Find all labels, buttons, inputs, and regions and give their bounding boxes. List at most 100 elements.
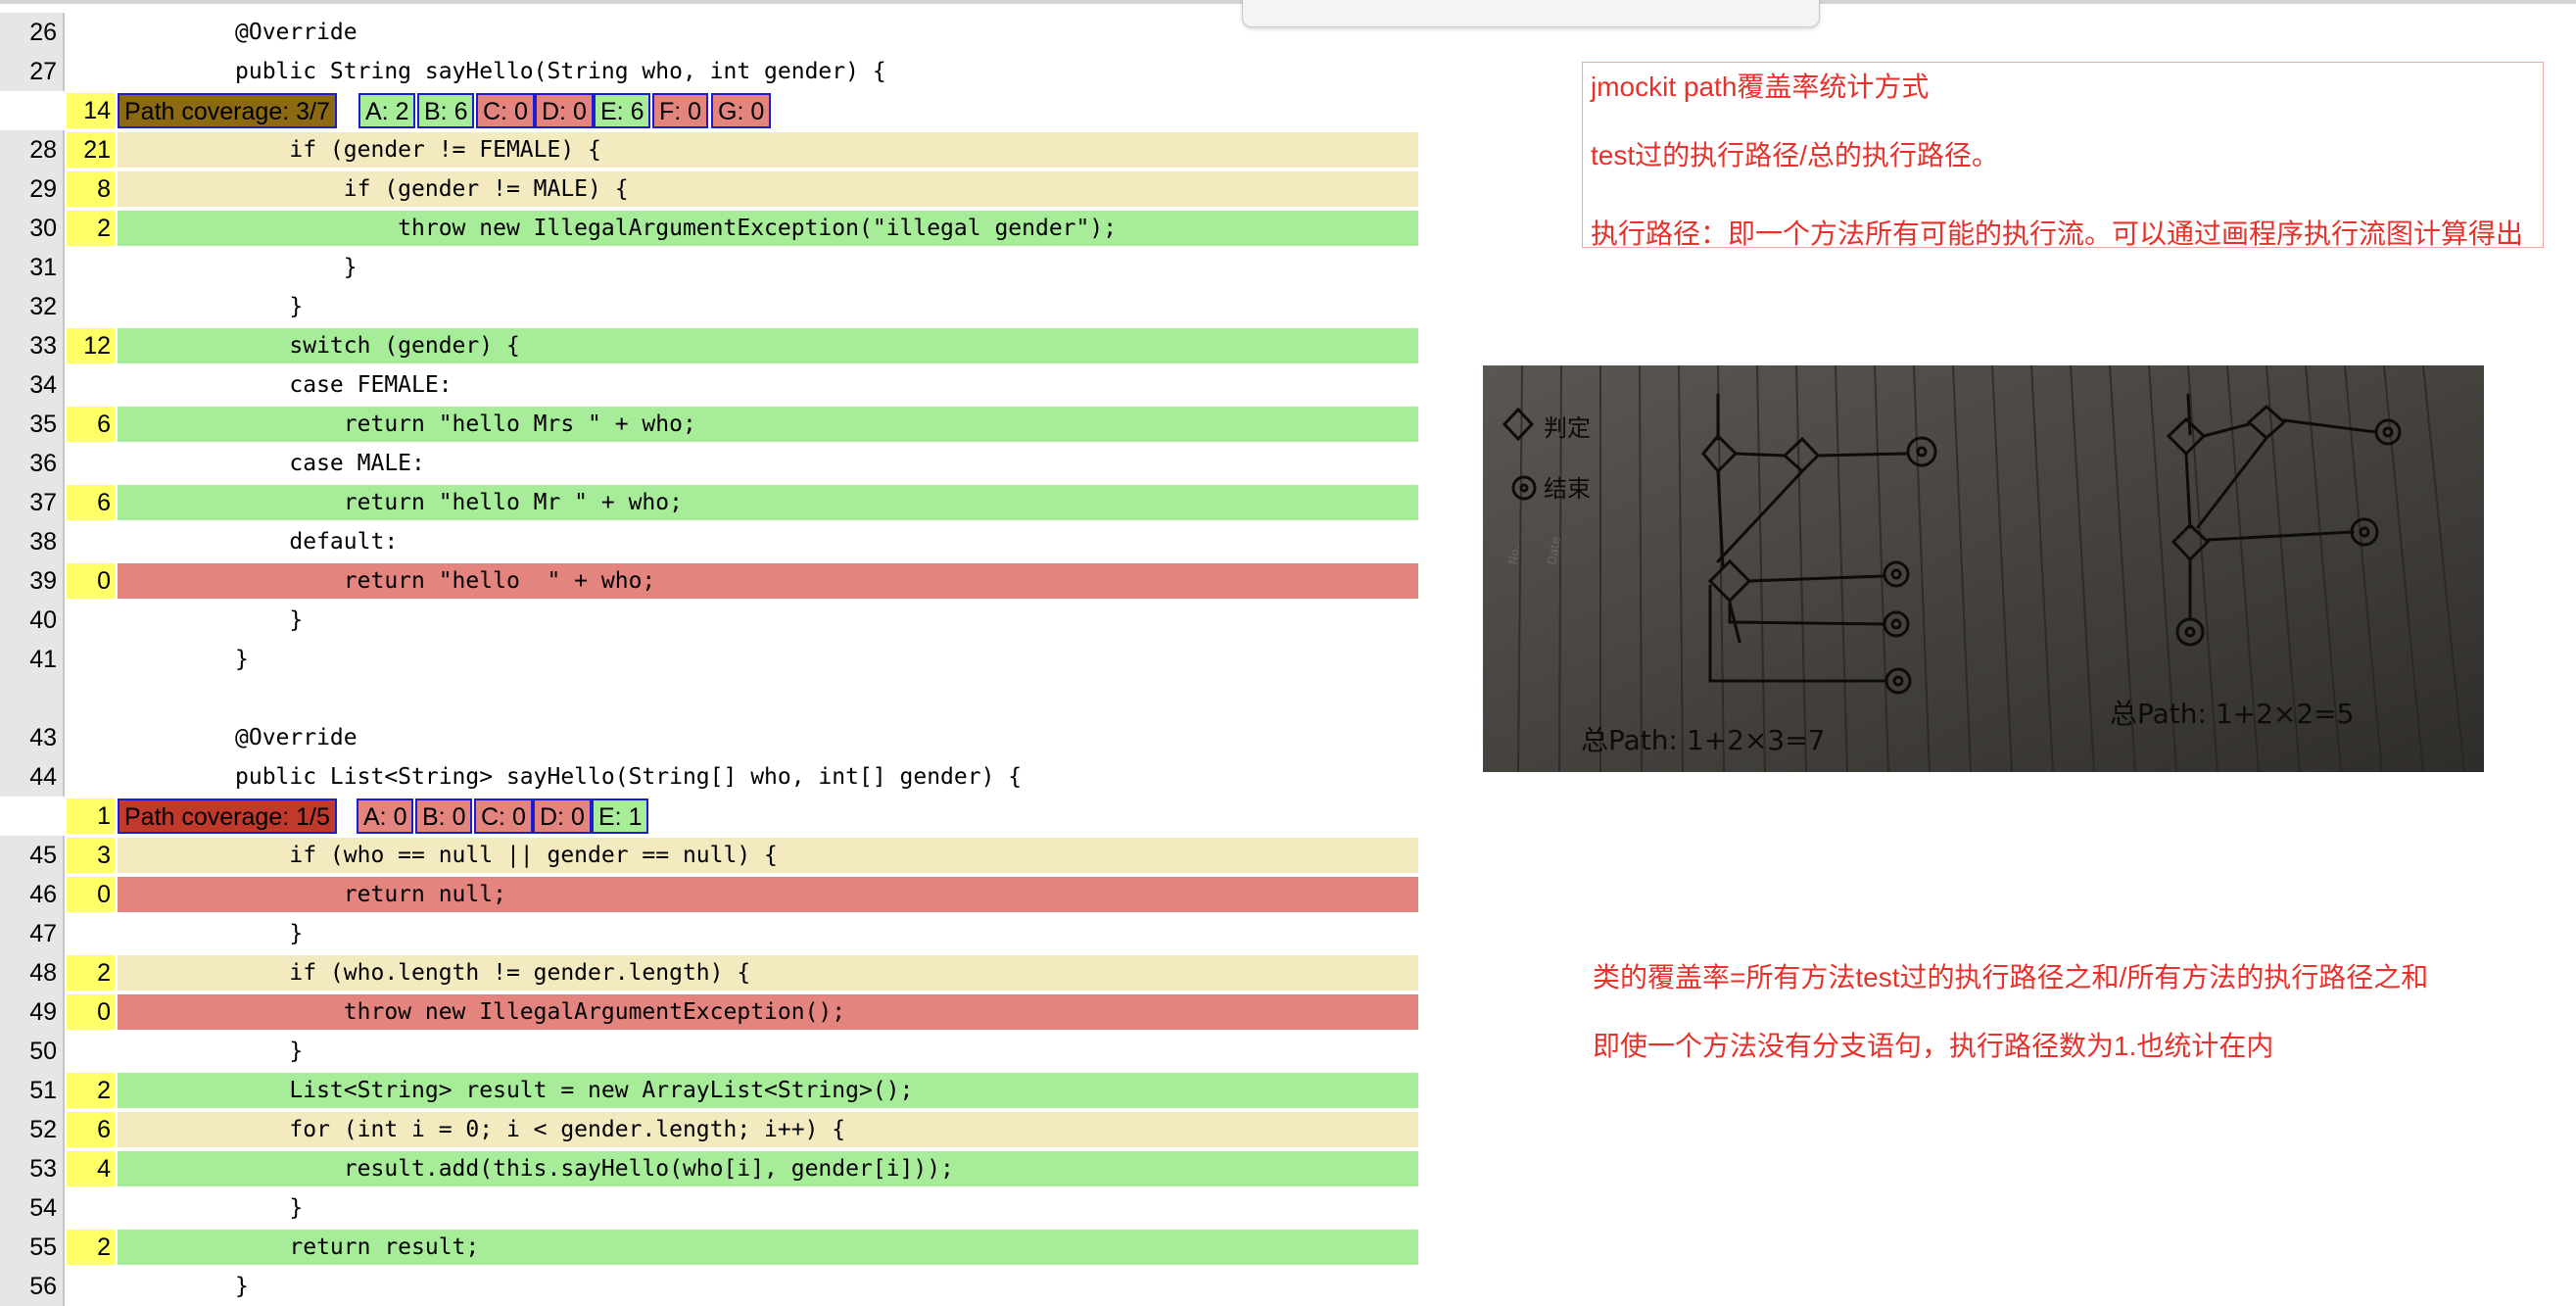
source-code: } [235, 1039, 304, 1064]
source-code: return result; [235, 1234, 480, 1260]
code-line: 29 8 if (gender != MALE) { [0, 169, 1420, 209]
code-line: 30 2 throw new IllegalArgumentException("… [0, 209, 1420, 248]
line-gutter: 29 [0, 169, 65, 209]
line-gutter [0, 679, 65, 718]
code-line: 34 case FEMALE: [0, 365, 1420, 405]
line-gutter: 56 [0, 1267, 65, 1306]
formula-left: 总Path: 1+2×3=7 [1581, 724, 1826, 756]
line-gutter: 45 [0, 836, 65, 875]
code-line: 36 case MALE: [0, 444, 1420, 483]
line-number: 38 [29, 528, 57, 556]
line-gutter: 52 [0, 1110, 65, 1149]
path-button-b[interactable]: B: 0 [415, 798, 473, 834]
line-number: 30 [29, 215, 57, 242]
code-line: 49 0 throw new IllegalArgumentException()… [0, 992, 1420, 1032]
line-gutter: 26 [0, 13, 65, 52]
source-code: @Override [235, 20, 358, 45]
source-code: return null; [235, 882, 506, 907]
path-button-c[interactable]: C: 0 [474, 798, 533, 834]
line-gutter: 37 [0, 483, 65, 522]
line-gutter: 46 [0, 875, 65, 914]
line-gutter: 30 [0, 209, 65, 248]
path-button-d[interactable]: D: 0 [533, 798, 592, 834]
path-coverage-summary[interactable]: Path coverage: 3/7 [118, 93, 337, 128]
code-line: 54 } [0, 1188, 1420, 1228]
line-gutter: 55 [0, 1228, 65, 1267]
line-number: 34 [29, 371, 57, 399]
source-code: return "hello Mr " + who; [235, 490, 683, 515]
path-button-d[interactable]: D: 0 [535, 93, 594, 128]
line-number: 52 [29, 1116, 57, 1143]
code-line: 45 3 if (who == null || gender == null) { [0, 836, 1420, 875]
line-gutter: 40 [0, 601, 65, 640]
execution-count: 6 [67, 485, 115, 520]
source-code: return "hello " + who; [235, 568, 656, 594]
execution-count: 0 [67, 877, 115, 912]
execution-count: 2 [67, 955, 115, 991]
line-gutter: 53 [0, 1149, 65, 1188]
line-gutter: 31 [0, 248, 65, 287]
path-button-b[interactable]: B: 6 [417, 93, 475, 128]
line-number: 53 [29, 1155, 57, 1183]
source-code: public String sayHello(String who, int g… [235, 59, 886, 84]
line-gutter: 28 [0, 130, 65, 169]
line-number: 48 [29, 959, 57, 987]
line-number: 45 [29, 842, 57, 869]
path-coverage-summary[interactable]: Path coverage: 1/5 [118, 798, 337, 834]
path-button-f[interactable]: F: 0 [652, 93, 709, 128]
line-gutter: 49 [0, 992, 65, 1032]
code-line: 55 2 return result; [0, 1228, 1420, 1267]
coverage-code-listing: 26 @Override 27 public String sayHello(Stri… [0, 13, 1420, 1306]
note-no-branch: 即使一个方法没有分支语句，执行路径数为1.也统计在内 [1593, 1031, 2274, 1061]
line-number: 56 [29, 1273, 57, 1300]
formula-right: 总Path: 1+2×2=5 [2110, 698, 2355, 730]
execution-count: 4 [67, 1151, 115, 1186]
line-number: 36 [29, 450, 57, 477]
code-line: 41} [0, 640, 1420, 679]
source-code: } [235, 255, 358, 280]
path-button-g[interactable]: G: 0 [711, 93, 772, 128]
line-number: 55 [29, 1233, 57, 1261]
source-code: case MALE: [235, 451, 425, 476]
line-number: 41 [29, 646, 57, 673]
source-code: if (who.length != gender.length) { [235, 960, 751, 986]
execution-count: 0 [67, 994, 115, 1030]
line-number: 32 [29, 293, 57, 320]
execution-count: 2 [67, 1230, 115, 1265]
line-number: 49 [29, 998, 57, 1026]
path-button-a[interactable]: A: 0 [357, 798, 414, 834]
line-gutter: 50 [0, 1032, 65, 1071]
source-code: if (gender != MALE) { [235, 176, 629, 202]
source-code: } [235, 647, 249, 672]
line-gutter: 33 [0, 326, 65, 365]
execution-count: 14 [67, 93, 115, 128]
line-number: 27 [29, 58, 57, 85]
line-gutter: 32 [0, 287, 65, 326]
source-code: result.add(this.sayHello(who[i], gender[… [235, 1156, 954, 1182]
note-formula: test过的执行路径/总的执行路径。 [1591, 140, 1999, 170]
note-definition: 执行路径：即一个方法所有可能的执行流。可以通过画程序执行流图计算得出 [1591, 218, 2524, 249]
code-line: 56} [0, 1267, 1420, 1306]
path-button-c[interactable]: C: 0 [476, 93, 535, 128]
source-code: } [235, 1274, 249, 1299]
code-line: 46 0 return null; [0, 875, 1420, 914]
line-gutter: 34 [0, 365, 65, 405]
path-button-e[interactable]: E: 1 [592, 798, 649, 834]
source-code: } [235, 607, 304, 633]
line-number: 54 [29, 1194, 57, 1222]
source-code: public List<String> sayHello(String[] wh… [235, 764, 1023, 790]
source-code: case FEMALE: [235, 372, 453, 398]
line-number: 31 [29, 254, 57, 281]
line-gutter: 48 [0, 953, 65, 992]
code-line: 33 12 switch (gender) { [0, 326, 1420, 365]
code-line: 53 4 result.add(this.sayHello(who[i], gen… [0, 1149, 1420, 1188]
path-button-a[interactable]: A: 2 [358, 93, 416, 128]
line-gutter: 44 [0, 757, 65, 797]
source-code: if (who == null || gender == null) { [235, 843, 778, 868]
note-class-coverage: 类的覆盖率=所有方法test过的执行路径之和/所有方法的执行路径之和 [1593, 962, 2429, 992]
code-line: 47 } [0, 914, 1420, 953]
line-number: 28 [29, 136, 57, 164]
execution-count: 1 [67, 798, 115, 834]
line-number: 47 [29, 920, 57, 947]
path-button-e[interactable]: E: 6 [594, 93, 651, 128]
